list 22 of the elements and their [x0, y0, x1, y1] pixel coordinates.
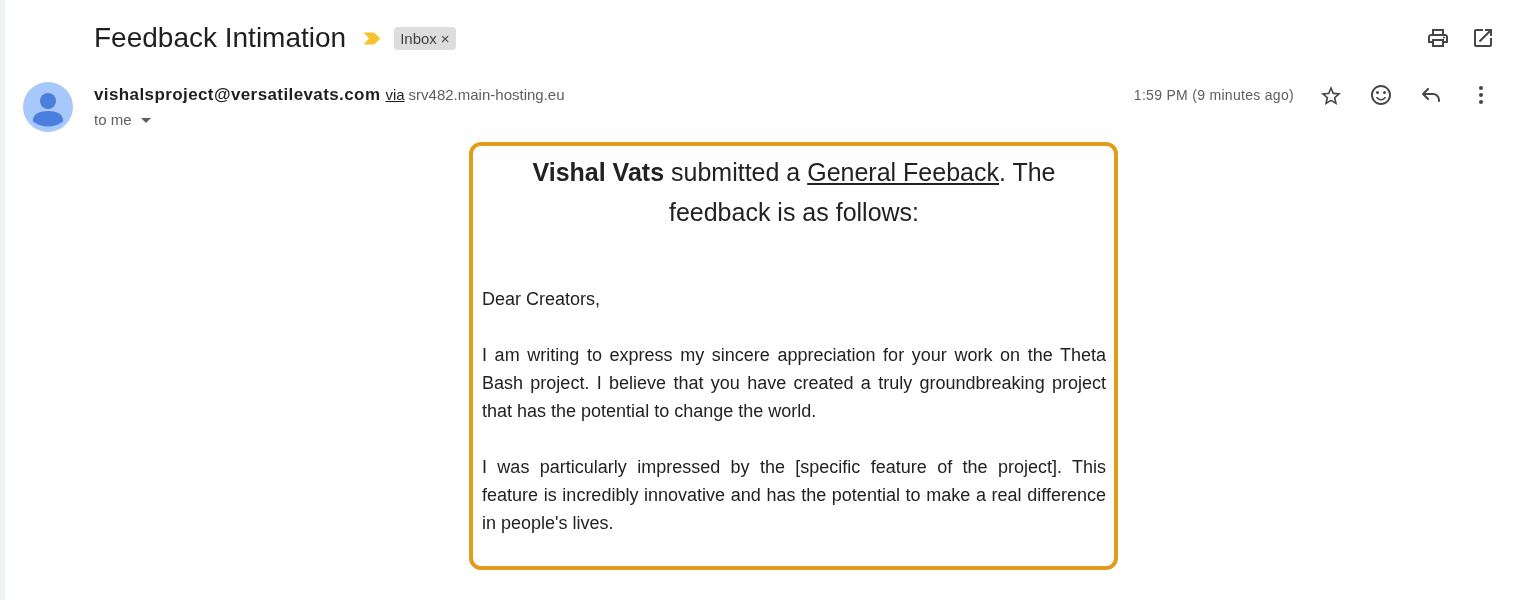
star-icon[interactable]	[1321, 85, 1341, 105]
via-link[interactable]: via	[385, 85, 405, 105]
message-time: 1:59 PM (9 minutes ago)	[1133, 87, 1294, 103]
remove-label-button[interactable]: ×	[440, 30, 450, 46]
feedback-heading: Vishal Vats submitted a General Feeback. The feedback is as follows:	[531, 157, 1057, 228]
feedback-type-link[interactable]: General Feeback	[807, 158, 999, 186]
more-options-icon[interactable]	[1479, 86, 1483, 104]
open-in-new-window-icon[interactable]	[1474, 29, 1492, 47]
recipient-dropdown[interactable]: to me	[94, 110, 151, 130]
sender-email: vishalsproject@versatilevats.com	[94, 85, 381, 105]
avatar-icon	[23, 82, 73, 132]
message-paragraph: I am writing to express my sincere appreciation for your work on the Theta Bash project. I believe that you have created a truly groundbreaking project that has the potential to change the world.	[482, 344, 1106, 423]
message-paragraph: Dear Creators,	[482, 288, 602, 311]
print-icon[interactable]	[1428, 29, 1448, 47]
message-paragraph: I was particularly impressed by the [specific feature of the project]. This feature is incredibly innovative and has the potential to make a real difference in people's lives.	[482, 456, 1106, 535]
emoji-reaction-icon[interactable]	[1371, 85, 1391, 105]
caret-icon	[140, 117, 151, 123]
importance-marker-icon[interactable]	[363, 31, 382, 45]
reply-icon[interactable]	[1422, 88, 1440, 102]
sender-server: srv482.main-hosting.eu	[408, 85, 565, 105]
email-subject: Feedback Intimation	[94, 21, 347, 55]
label-text[interactable]: Inbox	[400, 29, 437, 47]
